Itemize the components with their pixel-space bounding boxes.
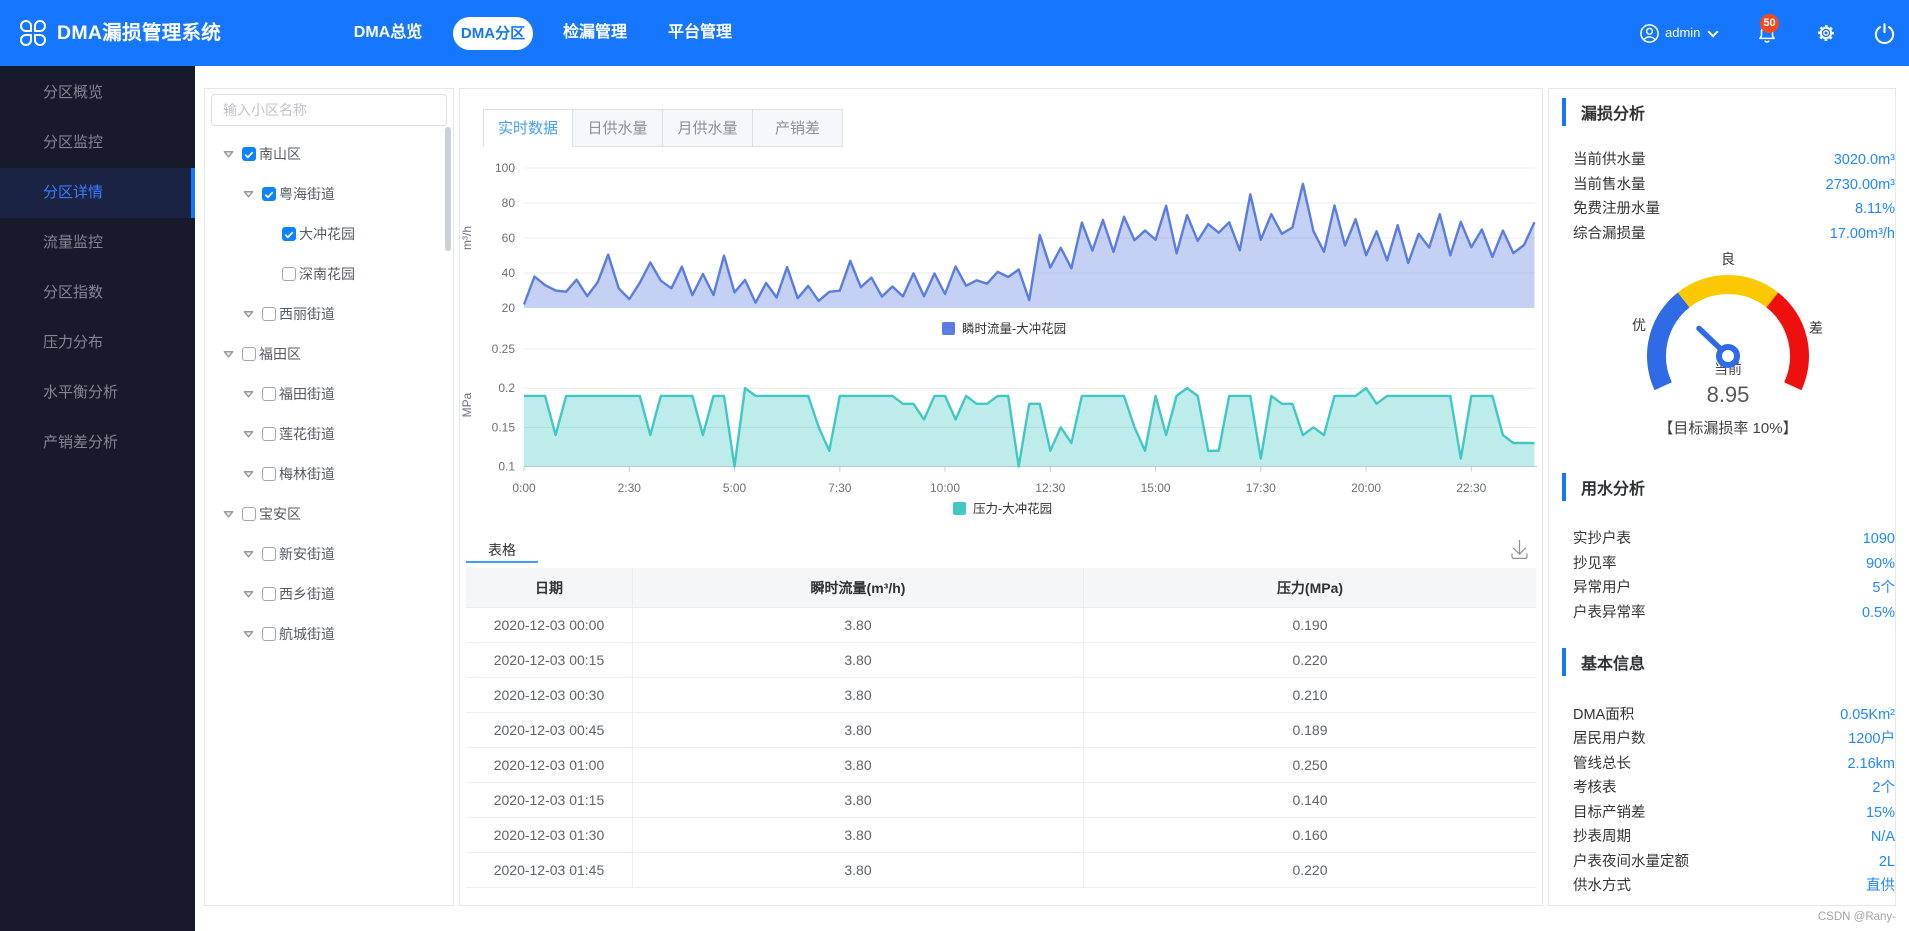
svg-text:80: 80 [502,196,516,210]
svg-text:5:00: 5:00 [723,481,747,495]
svg-text:7:30: 7:30 [828,481,852,495]
svg-text:12:30: 12:30 [1035,481,1065,495]
svg-text:100: 100 [495,161,515,175]
svg-text:10:00: 10:00 [930,481,960,495]
svg-text:差: 差 [1809,320,1823,336]
svg-text:15:00: 15:00 [1141,481,1171,495]
svg-text:【目标漏损率 10%】: 【目标漏损率 10%】 [1658,420,1797,437]
svg-text:0.1: 0.1 [498,460,515,474]
svg-text:MPa: MPa [460,392,474,417]
svg-text:20: 20 [502,301,516,315]
svg-text:17:30: 17:30 [1246,481,1276,495]
svg-text:8.95: 8.95 [1707,382,1750,407]
svg-text:良: 良 [1721,251,1735,267]
svg-text:0:00: 0:00 [512,481,536,495]
svg-text:2:30: 2:30 [618,481,642,495]
svg-text:22:30: 22:30 [1456,481,1486,495]
svg-text:优: 优 [1632,317,1646,333]
svg-text:60: 60 [502,231,516,245]
svg-text:20:00: 20:00 [1351,481,1381,495]
svg-text:瞵时流量-大冲花园: 瞵时流量-大冲花园 [962,321,1066,336]
svg-text:40: 40 [502,266,516,280]
svg-text:压力-大冲花园: 压力-大冲花园 [973,501,1052,516]
svg-text:0.25: 0.25 [492,342,516,356]
svg-text:m³/h: m³/h [460,226,474,250]
svg-text:0.15: 0.15 [492,421,516,435]
svg-text:0.2: 0.2 [498,381,515,395]
